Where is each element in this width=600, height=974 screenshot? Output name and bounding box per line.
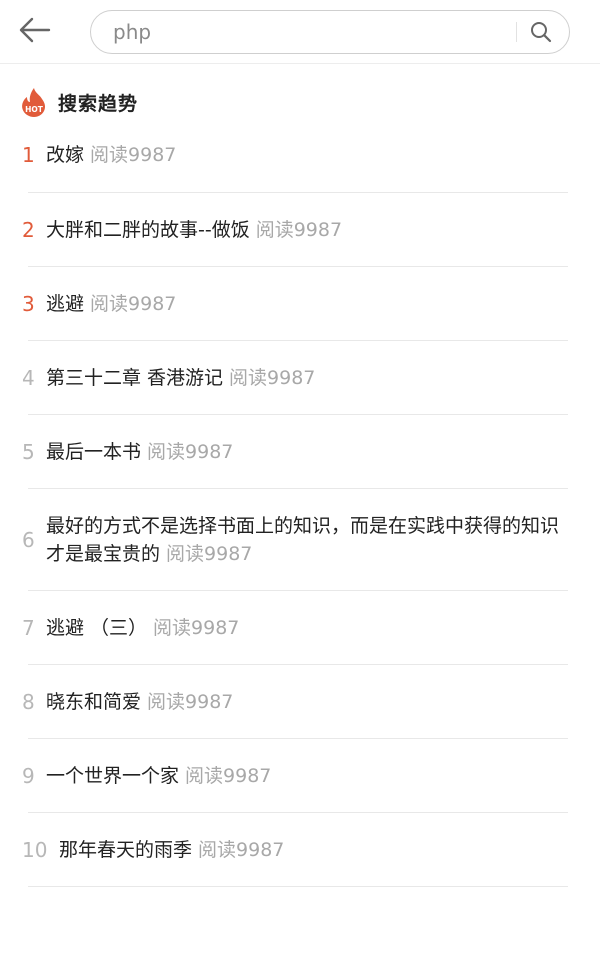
- list-item[interactable]: 9 一个世界一个家 阅读9987: [22, 739, 568, 813]
- list-item[interactable]: 1 改嫁 阅读9987: [22, 118, 568, 193]
- read-count: 阅读9987: [185, 764, 272, 787]
- read-count: 阅读9987: [90, 144, 177, 166]
- list-item[interactable]: 5 最后一本书 阅读9987: [22, 415, 568, 489]
- search-box: [90, 10, 570, 54]
- rank-number: 4: [22, 365, 35, 390]
- list-item[interactable]: 10 那年春天的雨季 阅读9987: [22, 813, 568, 887]
- search-divider: [516, 22, 517, 42]
- item-title: 大胖和二胖的故事--做饭: [46, 218, 250, 241]
- item-title: 最好的方式不是选择书面上的知识，而是在实践中获得的知识才是最宝贵的: [46, 514, 560, 565]
- item-title: 逃避: [46, 292, 85, 315]
- read-count: 阅读9987: [229, 366, 316, 389]
- top-bar: [0, 0, 600, 64]
- rank-number: 7: [22, 615, 35, 640]
- read-count: 阅读9987: [90, 292, 177, 315]
- read-count: 阅读9987: [255, 218, 343, 241]
- rank-number: 1: [22, 143, 35, 167]
- rank-number: 8: [22, 689, 35, 714]
- search-trends-header: HOT 搜索趋势: [20, 86, 138, 118]
- item-title: 改嫁: [46, 144, 85, 166]
- list-item[interactable]: 6 最好的方式不是选择书面上的知识，而是在实践中获得的知识才是最宝贵的 阅读998…: [22, 489, 568, 591]
- rank-number: 10: [22, 837, 48, 862]
- list-item[interactable]: 3 逃避 阅读9987: [22, 267, 568, 341]
- list-item[interactable]: 4 第三十二章 香港游记 阅读9987: [22, 341, 568, 415]
- item-title: 晓东和简爱: [46, 690, 142, 713]
- hot-badge-text: HOT: [25, 105, 44, 114]
- list-item[interactable]: 2 大胖和二胖的故事--做饭 阅读9987: [22, 193, 568, 267]
- hot-flame-icon: HOT: [22, 88, 46, 117]
- read-count: 阅读9987: [147, 440, 234, 463]
- search-icon: [531, 22, 552, 43]
- rank-number: 3: [22, 291, 35, 316]
- search-button[interactable]: [521, 13, 561, 51]
- read-count: 阅读9987: [198, 838, 285, 861]
- list-item[interactable]: 8 晓东和简爱 阅读9987: [22, 665, 568, 739]
- item-title: 第三十二章 香港游记: [46, 366, 224, 389]
- trend-list: 1 改嫁 阅读9987 2 大胖和二胖的故事--做饭 阅读9987 3 逃避 阅读99…: [0, 118, 600, 887]
- back-button[interactable]: [14, 12, 56, 48]
- read-count: 阅读9987: [153, 616, 240, 639]
- item-title: 那年春天的雨季: [59, 838, 193, 861]
- item-title: 逃避 （三）: [46, 616, 148, 639]
- list-item[interactable]: 7 逃避 （三） 阅读9987: [22, 591, 568, 665]
- read-count: 阅读9987: [147, 690, 234, 713]
- section-title: 搜索趋势: [58, 92, 139, 115]
- rank-number: 9: [22, 763, 35, 788]
- read-count: 阅读9987: [166, 542, 253, 565]
- search-input[interactable]: [113, 11, 503, 53]
- item-title: 最后一本书: [46, 440, 142, 463]
- rank-number: 5: [22, 439, 35, 464]
- rank-number: 2: [22, 217, 35, 242]
- arrow-left-icon: [19, 17, 51, 43]
- item-title: 一个世界一个家: [46, 764, 180, 787]
- rank-number: 6: [22, 527, 35, 552]
